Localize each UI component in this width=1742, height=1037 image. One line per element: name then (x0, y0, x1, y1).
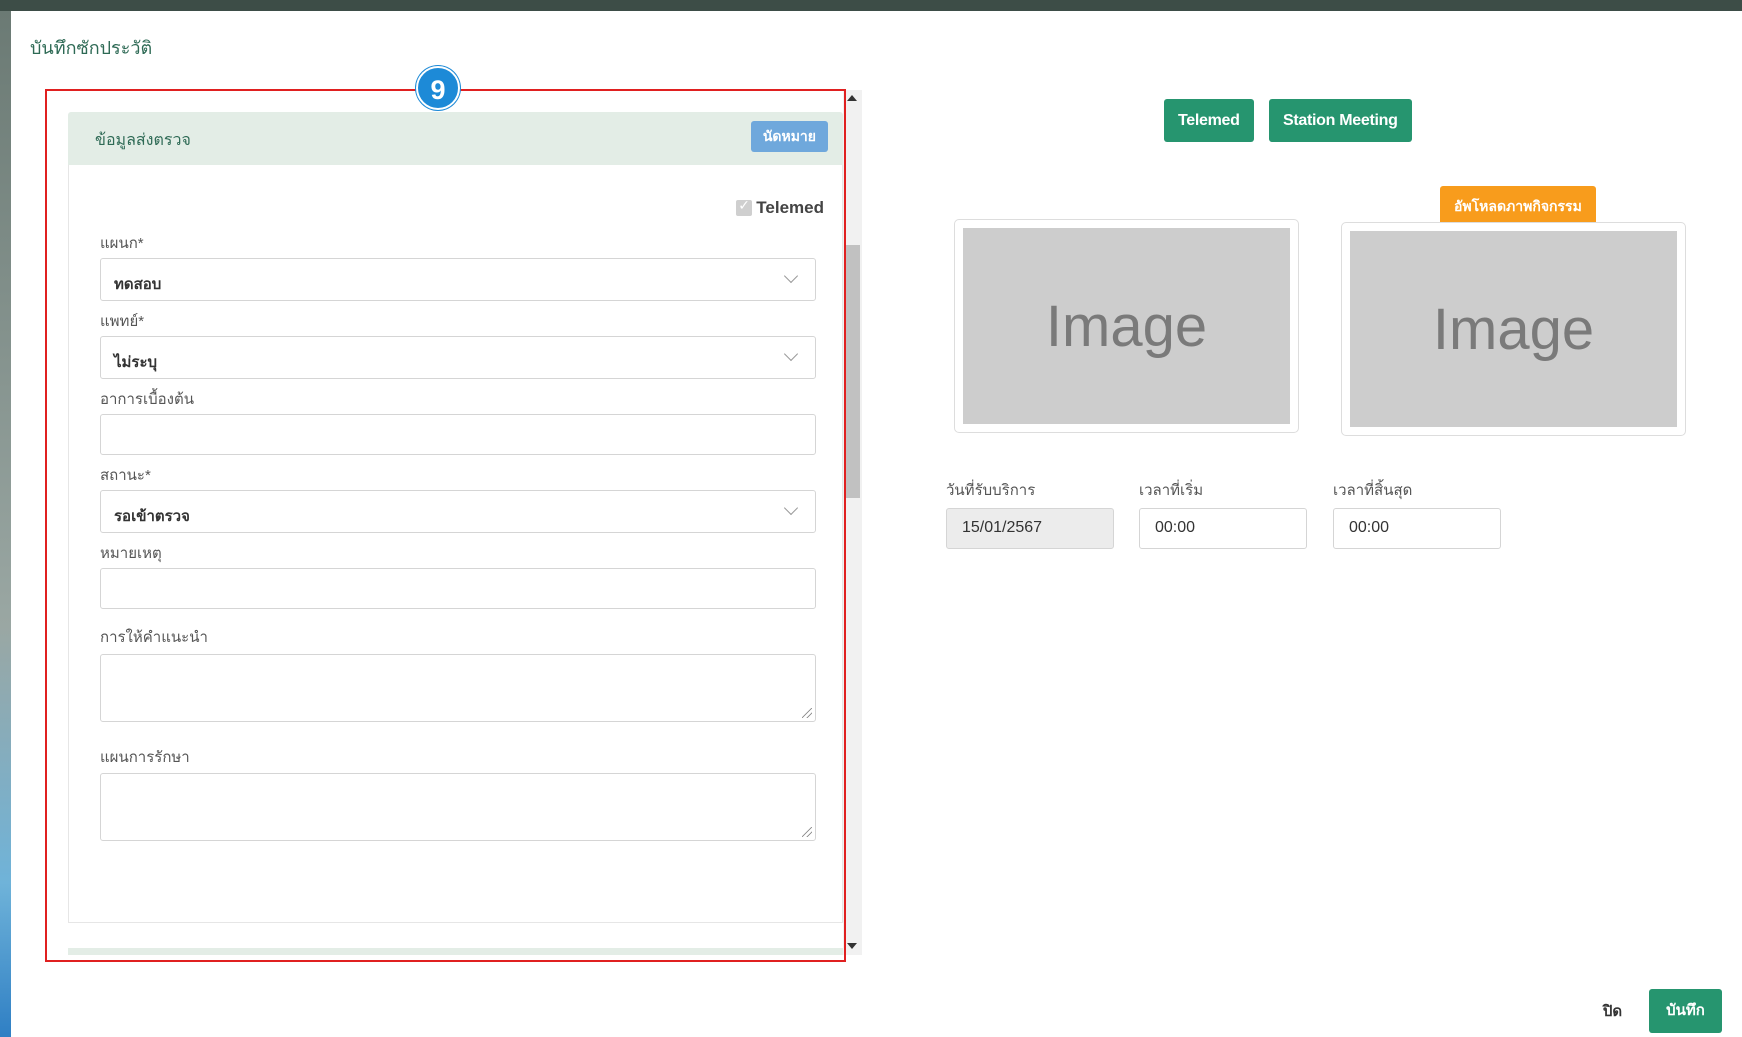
close-button[interactable]: ปิด (1590, 991, 1635, 1033)
save-button[interactable]: บันทึก (1649, 989, 1722, 1033)
highlight-frame (45, 89, 846, 962)
image-placeholder-2: Image (1350, 231, 1677, 427)
image-frame-1: Image (954, 219, 1299, 433)
service-date-input: 15/01/2567 (946, 508, 1114, 549)
image-frame-2: Image (1341, 222, 1686, 436)
telemed-button[interactable]: Telemed (1164, 99, 1254, 142)
service-date-label: วันที่รับบริการ (946, 482, 1036, 499)
end-time-input[interactable]: 00:00 (1333, 508, 1501, 549)
window-top-border (0, 0, 1742, 11)
scrollbar-thumb[interactable] (845, 245, 860, 498)
scroll-down-icon[interactable] (847, 943, 857, 949)
modal-title: บันทึกซักประวัติ (30, 38, 153, 58)
start-time-label: เวลาที่เริ่ม (1139, 482, 1204, 499)
start-time-input[interactable]: 00:00 (1139, 508, 1307, 549)
scroll-up-icon[interactable] (847, 95, 857, 101)
step-number-badge: 9 (416, 66, 460, 110)
end-time-label: เวลาที่สิ้นสุด (1333, 482, 1413, 499)
background-edge (0, 11, 11, 1037)
history-modal: บันทึกซักประวัติ ข้อมูลส่งตรวจ นัดหมาย T… (11, 11, 1742, 1037)
upload-activity-image-button[interactable]: อัพโหลดภาพกิจกรรม (1440, 186, 1596, 227)
image-placeholder-1: Image (963, 228, 1290, 424)
station-meeting-button[interactable]: Station Meeting (1269, 99, 1412, 142)
